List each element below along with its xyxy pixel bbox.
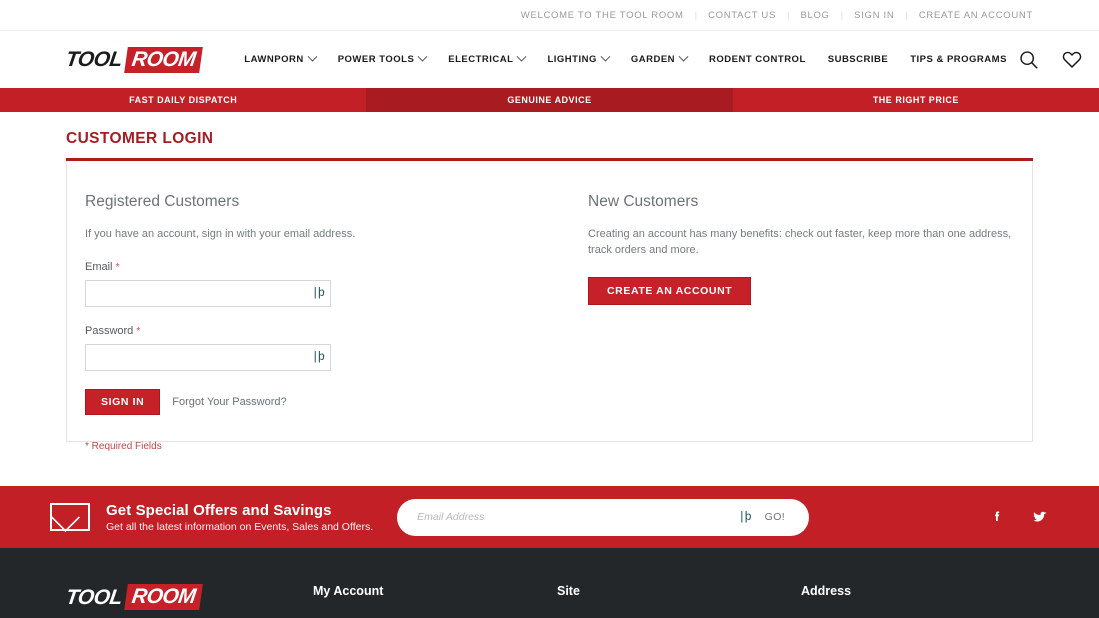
newsletter-bar: Get Special Offers and Savings Get all t… [0, 486, 1099, 548]
logo-text-room: ROOM [124, 47, 203, 73]
topbar-separator: | [787, 10, 789, 21]
chevron-down-icon [679, 52, 689, 62]
nav-label: GARDEN [631, 54, 675, 65]
password-label-text: Password [85, 325, 133, 337]
main-content: CUSTOMER LOGIN Registered Customers If y… [0, 130, 1099, 442]
login-card: Registered Customers If you have an acco… [66, 161, 1033, 442]
topbar-link-welcome[interactable]: WELCOME TO THE TOOL ROOM [521, 10, 684, 21]
newsletter-email-input[interactable] [415, 499, 738, 536]
topbar-link-create-account[interactable]: CREATE AN ACCOUNT [919, 10, 1033, 21]
topbar-link-sign-in[interactable]: SIGN IN [854, 10, 894, 21]
nav-item-garden[interactable]: GARDEN [620, 54, 698, 65]
footer-column-address: Address [801, 584, 851, 618]
main-navigation: LAWNPORN POWER TOOLS ELECTRICAL LIGHTING… [233, 54, 1018, 65]
promo-genuine-advice: GENUINE ADVICE [366, 88, 732, 112]
newsletter-go-button[interactable]: GO! [751, 510, 791, 524]
password-input[interactable] [86, 345, 312, 370]
forgot-password-link[interactable]: Forgot Your Password? [172, 396, 286, 408]
sign-in-button[interactable]: SIGN IN [85, 389, 160, 415]
nav-label: LAWNPORN [244, 54, 303, 65]
nav-item-rodent-control[interactable]: RODENT CONTROL [698, 54, 817, 65]
email-field[interactable]: |þ [85, 280, 331, 307]
footer-column-title: Site [557, 584, 801, 598]
newsletter-text: Get Special Offers and Savings Get all t… [106, 502, 373, 533]
registered-customers-section: Registered Customers If you have an acco… [85, 193, 570, 401]
social-links [989, 509, 1049, 525]
nav-item-lighting[interactable]: LIGHTING [536, 54, 619, 65]
page-title: CUSTOMER LOGIN [66, 130, 1033, 148]
nav-label: TIPS & PROGRAMS [910, 54, 1007, 65]
nav-item-lawnporn[interactable]: LAWNPORN [233, 54, 326, 65]
search-icon[interactable] [1018, 49, 1039, 70]
newsletter-subtitle: Get all the latest information on Events… [106, 521, 373, 533]
text-cursor-icon: |þ [312, 287, 324, 299]
nav-item-subscribe[interactable]: SUBSCRIBE [817, 54, 899, 65]
footer-logo-text-room: ROOM [124, 584, 203, 610]
site-header: TOOL ROOM LAWNPORN POWER TOOLS ELECTRICA… [0, 31, 1099, 88]
footer-column-site: Site [557, 584, 801, 618]
required-asterisk: * [116, 262, 120, 273]
nav-label: SUBSCRIBE [828, 54, 888, 65]
footer-column-my-account: My Account [313, 584, 557, 618]
facebook-icon[interactable] [989, 509, 1005, 525]
new-customers-heading: New Customers [588, 193, 1014, 211]
required-asterisk: * [136, 326, 140, 337]
heart-icon[interactable] [1061, 49, 1083, 70]
new-customers-subtext: Creating an account has many benefits: c… [588, 227, 1014, 259]
promo-strip: FAST DAILY DISPATCH GENUINE ADVICE THE R… [0, 88, 1099, 112]
promo-fast-daily-dispatch: FAST DAILY DISPATCH [0, 88, 366, 112]
twitter-icon[interactable] [1031, 509, 1049, 525]
nav-label: ELECTRICAL [448, 54, 513, 65]
password-field[interactable]: |þ [85, 344, 331, 371]
nav-item-electrical[interactable]: ELECTRICAL [437, 54, 536, 65]
footer-column-title: Address [801, 584, 851, 598]
footer-column-title: My Account [313, 584, 557, 598]
topbar-separator: | [695, 10, 697, 21]
footer-logo[interactable]: TOOL ROOM [66, 584, 313, 618]
logo-text-tool: TOOL [65, 49, 128, 70]
newsletter-title: Get Special Offers and Savings [106, 502, 373, 519]
chevron-down-icon [600, 52, 610, 62]
email-label: Email * [85, 261, 570, 273]
new-customers-section: New Customers Creating an account has ma… [570, 193, 1014, 401]
nav-item-power-tools[interactable]: POWER TOOLS [327, 54, 438, 65]
utility-topbar: WELCOME TO THE TOOL ROOM | CONTACT US | … [0, 0, 1099, 31]
email-label-text: Email [85, 261, 113, 273]
nav-label: RODENT CONTROL [709, 54, 806, 65]
chevron-down-icon [307, 52, 317, 62]
promo-the-right-price: THE RIGHT PRICE [733, 88, 1099, 112]
nav-item-tips-and-programs[interactable]: TIPS & PROGRAMS [899, 54, 1018, 65]
chevron-down-icon [517, 52, 527, 62]
registered-subtext: If you have an account, sign in with you… [85, 227, 535, 243]
topbar-separator: | [905, 10, 907, 21]
footer-logo-inner: TOOL ROOM [66, 584, 313, 610]
chevron-down-icon [418, 52, 428, 62]
text-cursor-icon: |þ [738, 511, 750, 523]
footer-logo-text-tool: TOOL [65, 587, 128, 608]
header-icon-group: 0 [1018, 48, 1099, 71]
text-cursor-icon: |þ [312, 351, 324, 363]
newsletter-form[interactable]: |þ GO! [397, 499, 809, 536]
nav-label: LIGHTING [547, 54, 596, 65]
topbar-link-blog[interactable]: BLOG [800, 10, 829, 21]
registered-heading: Registered Customers [85, 193, 570, 211]
password-label: Password * [85, 325, 570, 337]
create-account-button[interactable]: CREATE AN ACCOUNT [588, 277, 751, 305]
nav-label: POWER TOOLS [338, 54, 415, 65]
login-actions: SIGN IN Forgot Your Password? [85, 389, 570, 415]
email-input[interactable] [86, 281, 312, 306]
site-logo[interactable]: TOOL ROOM [66, 47, 201, 73]
topbar-link-contact-us[interactable]: CONTACT US [708, 10, 776, 21]
site-footer: TOOL ROOM My Account Site Address [0, 548, 1099, 618]
envelope-icon [50, 503, 90, 531]
topbar-separator: | [841, 10, 843, 21]
required-fields-note: * Required Fields [85, 441, 570, 452]
